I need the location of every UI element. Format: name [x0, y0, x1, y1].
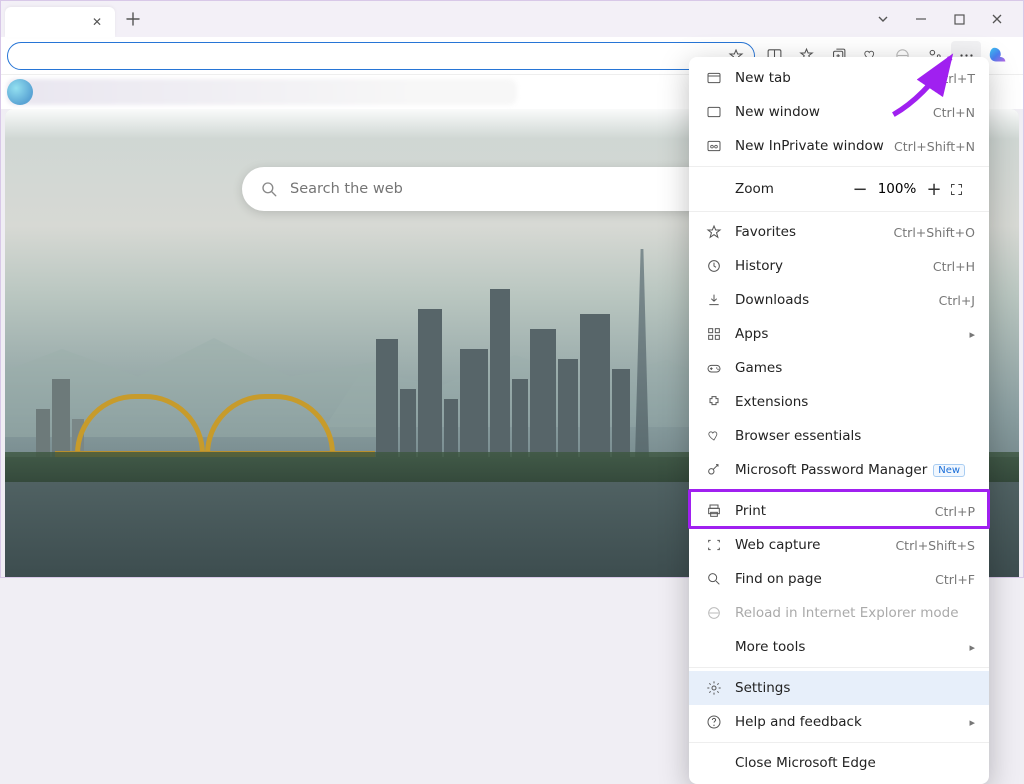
menu-shortcut: Ctrl+Shift+S: [895, 538, 975, 553]
menu-extensions[interactable]: Extensions: [689, 385, 989, 419]
zoom-label: Zoom: [735, 181, 774, 197]
apps-icon: [703, 326, 725, 342]
print-icon: [703, 503, 725, 519]
menu-label: Find on page: [735, 571, 822, 587]
menu-new-window[interactable]: New window Ctrl+N: [689, 95, 989, 129]
address-bar[interactable]: [7, 42, 755, 70]
menu-close-edge[interactable]: Close Microsoft Edge: [689, 746, 989, 780]
menu-password-manager[interactable]: Microsoft Password Manager New: [689, 453, 989, 487]
maximize-button[interactable]: [941, 5, 977, 33]
tab-strip: ✕: [1, 1, 1023, 37]
menu-downloads[interactable]: Downloads Ctrl+J: [689, 283, 989, 317]
menu-history[interactable]: History Ctrl+H: [689, 249, 989, 283]
window-controls: [865, 1, 1015, 37]
menu-zoom-row: Zoom − 100% +: [689, 170, 989, 208]
profile-avatar[interactable]: [7, 79, 33, 105]
menu-label: Apps: [735, 326, 768, 342]
menu-help[interactable]: Help and feedback ▸: [689, 705, 989, 739]
menu-label: Extensions: [735, 394, 808, 410]
menu-shortcut: Ctrl+Shift+N: [894, 139, 975, 154]
menu-label: Downloads: [735, 292, 809, 308]
ie-icon: [703, 605, 725, 621]
help-icon: [703, 714, 725, 730]
menu-shortcut: Ctrl+P: [935, 504, 975, 519]
menu-label: Browser essentials: [735, 428, 861, 444]
plus-icon: [126, 12, 140, 26]
fullscreen-button[interactable]: [949, 182, 979, 197]
chevron-right-icon: ▸: [969, 641, 975, 654]
menu-label: Settings: [735, 680, 790, 696]
menu-settings[interactable]: Settings: [689, 671, 989, 705]
chevron-right-icon: ▸: [969, 716, 975, 729]
menu-label: Games: [735, 360, 782, 376]
menu-shortcut: Ctrl+J: [939, 293, 975, 308]
menu-label: History: [735, 258, 783, 274]
menu-shortcut: Ctrl+T: [935, 71, 975, 86]
close-window-button[interactable]: [979, 5, 1015, 33]
zoom-out-button[interactable]: −: [845, 174, 875, 204]
download-icon: [703, 292, 725, 308]
blurred-region: [7, 79, 517, 105]
fullscreen-icon: [949, 182, 964, 197]
zoom-in-button[interactable]: +: [919, 174, 949, 204]
menu-label: More tools: [735, 639, 805, 655]
games-icon: [703, 360, 725, 376]
history-icon: [703, 258, 725, 274]
capture-icon: [703, 537, 725, 553]
new-tab-button[interactable]: [119, 5, 147, 33]
new-badge: New: [933, 464, 965, 477]
menu-label: Microsoft Password Manager: [735, 462, 927, 478]
close-icon: [991, 13, 1003, 25]
menu-new-tab[interactable]: New tab Ctrl+T: [689, 61, 989, 95]
menu-games[interactable]: Games: [689, 351, 989, 385]
settings-menu: New tab Ctrl+T New window Ctrl+N New InPri…: [689, 57, 989, 784]
menu-browser-essentials[interactable]: Browser essentials: [689, 419, 989, 453]
menu-web-capture[interactable]: Web capture Ctrl+Shift+S: [689, 528, 989, 562]
menu-shortcut: Ctrl+F: [935, 572, 975, 587]
new-tab-icon: [703, 70, 725, 86]
menu-label: Web capture: [735, 537, 820, 553]
new-window-icon: [703, 104, 725, 120]
menu-reload-ie: Reload in Internet Explorer mode: [689, 596, 989, 630]
minimize-button[interactable]: [903, 5, 939, 33]
search-icon: [703, 571, 725, 587]
menu-label: Help and feedback: [735, 714, 862, 730]
menu-label: New window: [735, 104, 820, 120]
menu-label: Favorites: [735, 224, 796, 240]
menu-apps[interactable]: Apps ▸: [689, 317, 989, 351]
menu-label: Reload in Internet Explorer mode: [735, 605, 959, 621]
menu-more-tools[interactable]: More tools ▸: [689, 630, 989, 664]
menu-label: New InPrivate window: [735, 138, 884, 154]
gear-icon: [703, 680, 725, 696]
key-icon: [703, 462, 725, 478]
menu-find[interactable]: Find on page Ctrl+F: [689, 562, 989, 596]
menu-favorites[interactable]: Favorites Ctrl+Shift+O: [689, 215, 989, 249]
menu-label: Close Microsoft Edge: [735, 755, 876, 771]
extensions-icon: [703, 394, 725, 410]
menu-shortcut: Ctrl+H: [933, 259, 975, 274]
chevron-right-icon: ▸: [969, 328, 975, 341]
chevron-down-icon: [877, 13, 889, 25]
menu-label: New tab: [735, 70, 791, 86]
browser-tab[interactable]: ✕: [5, 7, 115, 37]
heart-icon: [703, 428, 725, 444]
menu-shortcut: Ctrl+Shift+O: [894, 225, 975, 240]
maximize-icon: [954, 14, 965, 25]
copilot-icon: [987, 45, 1009, 67]
close-tab-icon[interactable]: ✕: [87, 12, 107, 32]
tabs-chevron-button[interactable]: [865, 5, 901, 33]
search-icon: [260, 180, 278, 198]
menu-label: Print: [735, 503, 766, 519]
menu-print[interactable]: Print Ctrl+P: [689, 494, 989, 528]
menu-shortcut: Ctrl+N: [933, 105, 975, 120]
minimize-icon: [915, 13, 927, 25]
zoom-percent: 100%: [875, 181, 919, 197]
menu-new-inprivate[interactable]: New InPrivate window Ctrl+Shift+N: [689, 129, 989, 163]
inprivate-icon: [703, 138, 725, 154]
star-icon: [703, 224, 725, 240]
